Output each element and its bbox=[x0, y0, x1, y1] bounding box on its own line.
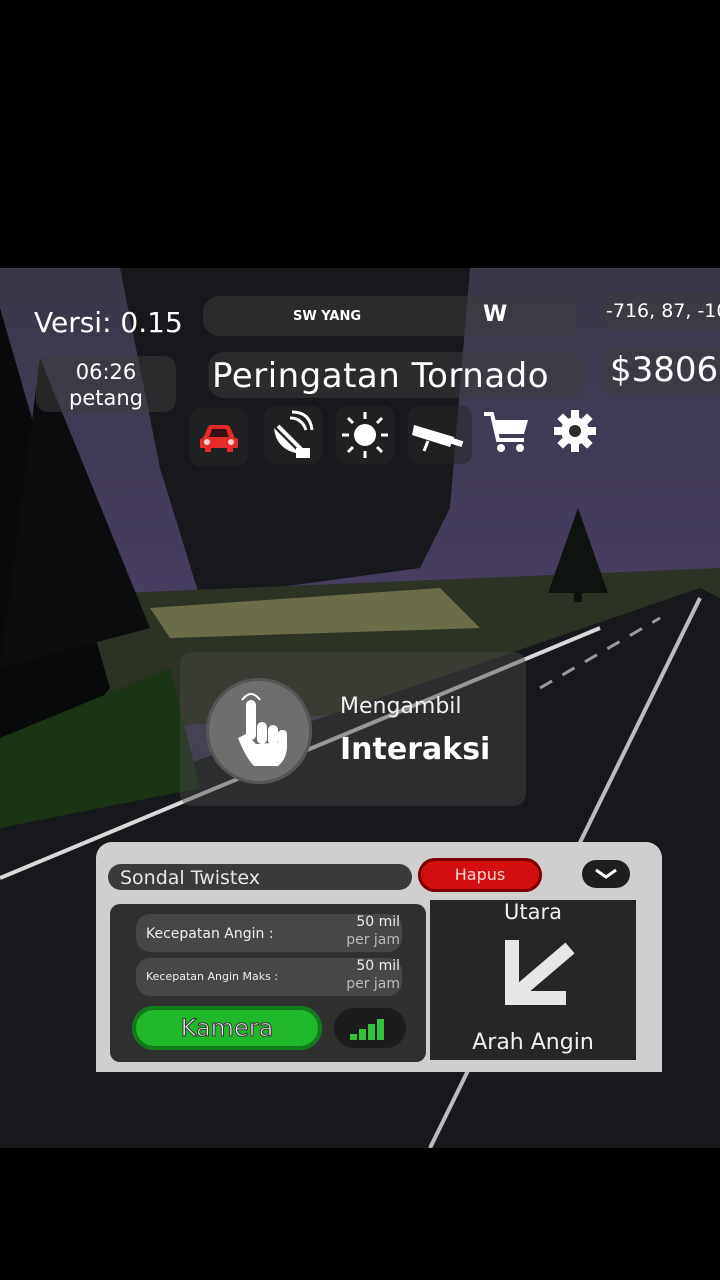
camera-icon bbox=[412, 425, 464, 452]
signal-indicator bbox=[334, 1008, 406, 1048]
prompt-label: Interaksi bbox=[340, 732, 491, 767]
cart-icon bbox=[484, 412, 528, 452]
settings-button[interactable] bbox=[546, 402, 604, 460]
clock-box: 06:26 petang bbox=[36, 356, 176, 412]
money-readout: $38069 bbox=[610, 350, 720, 390]
wind-direction-arrow-icon bbox=[505, 940, 575, 1005]
warning-banner: Peringatan Tornado bbox=[208, 352, 584, 398]
max-wind-speed-label: Kecepatan Angin Maks : bbox=[146, 970, 279, 983]
clock-time: 06:26 bbox=[75, 360, 137, 384]
compass-heading: W bbox=[483, 302, 508, 327]
wind-speed-row: Kecepatan Angin : 50 mil per jam bbox=[136, 914, 402, 952]
max-wind-speed-unit: per jam bbox=[346, 976, 400, 992]
delete-button[interactable]: Hapus bbox=[418, 858, 542, 892]
collapse-button[interactable] bbox=[582, 860, 630, 888]
probe-name-field: Sondal Twistex bbox=[108, 864, 412, 890]
stats-box: Kecepatan Angin : 50 mil per jam Kecepat… bbox=[110, 904, 426, 1062]
wind-direction-label: Arah Angin bbox=[472, 1030, 594, 1055]
coordinates-readout: -716, 87, -108 bbox=[606, 300, 720, 322]
car-icon bbox=[200, 425, 238, 452]
wind-speed-value: 50 mil bbox=[356, 914, 400, 930]
gear-icon bbox=[554, 410, 596, 452]
camera-button-label: Kamera bbox=[180, 1014, 274, 1043]
weather-button[interactable] bbox=[336, 406, 394, 464]
camera-view-button[interactable] bbox=[408, 406, 472, 464]
coordinates-box: -716, 87, -108 bbox=[604, 292, 720, 330]
compass-label-left: SW YANG bbox=[293, 309, 362, 324]
max-wind-speed-row: Kecepatan Angin Maks : 50 mil per jam bbox=[136, 958, 402, 996]
wind-direction-box: Utara Arah Angin bbox=[430, 900, 636, 1060]
camera-button[interactable]: Kamera bbox=[132, 1006, 322, 1050]
compass-north-label: Utara bbox=[504, 900, 562, 924]
sun-icon bbox=[342, 412, 388, 458]
wind-speed-unit: per jam bbox=[346, 932, 400, 948]
satellite-button[interactable] bbox=[264, 406, 322, 464]
probe-name: Sondal Twistex bbox=[120, 867, 260, 889]
chevron-down-icon bbox=[595, 868, 617, 879]
version-label: Versi: 0.15 bbox=[34, 306, 183, 339]
wind-speed-label: Kecepatan Angin : bbox=[146, 926, 274, 942]
compass-bar: SW YANG W bbox=[203, 296, 579, 336]
probe-panel: Sondal Twistex Hapus Kecepatan Angin : 5… bbox=[96, 842, 662, 1072]
max-wind-speed-value: 50 mil bbox=[356, 958, 400, 974]
prompt-action: Mengambil bbox=[340, 694, 462, 719]
interaction-prompt[interactable]: Mengambil Interaksi bbox=[180, 652, 526, 806]
interact-button[interactable] bbox=[206, 678, 312, 784]
signal-strength-icon bbox=[350, 1019, 384, 1040]
hand-pointer-icon bbox=[238, 693, 288, 766]
shop-button[interactable] bbox=[478, 404, 536, 462]
money-box: $38069 bbox=[604, 346, 720, 394]
warning-title: Peringatan Tornado bbox=[212, 356, 550, 396]
clock-period: petang bbox=[69, 386, 143, 410]
car-button[interactable] bbox=[190, 408, 248, 466]
delete-button-label: Hapus bbox=[454, 865, 506, 884]
satellite-dish-icon bbox=[274, 410, 314, 458]
